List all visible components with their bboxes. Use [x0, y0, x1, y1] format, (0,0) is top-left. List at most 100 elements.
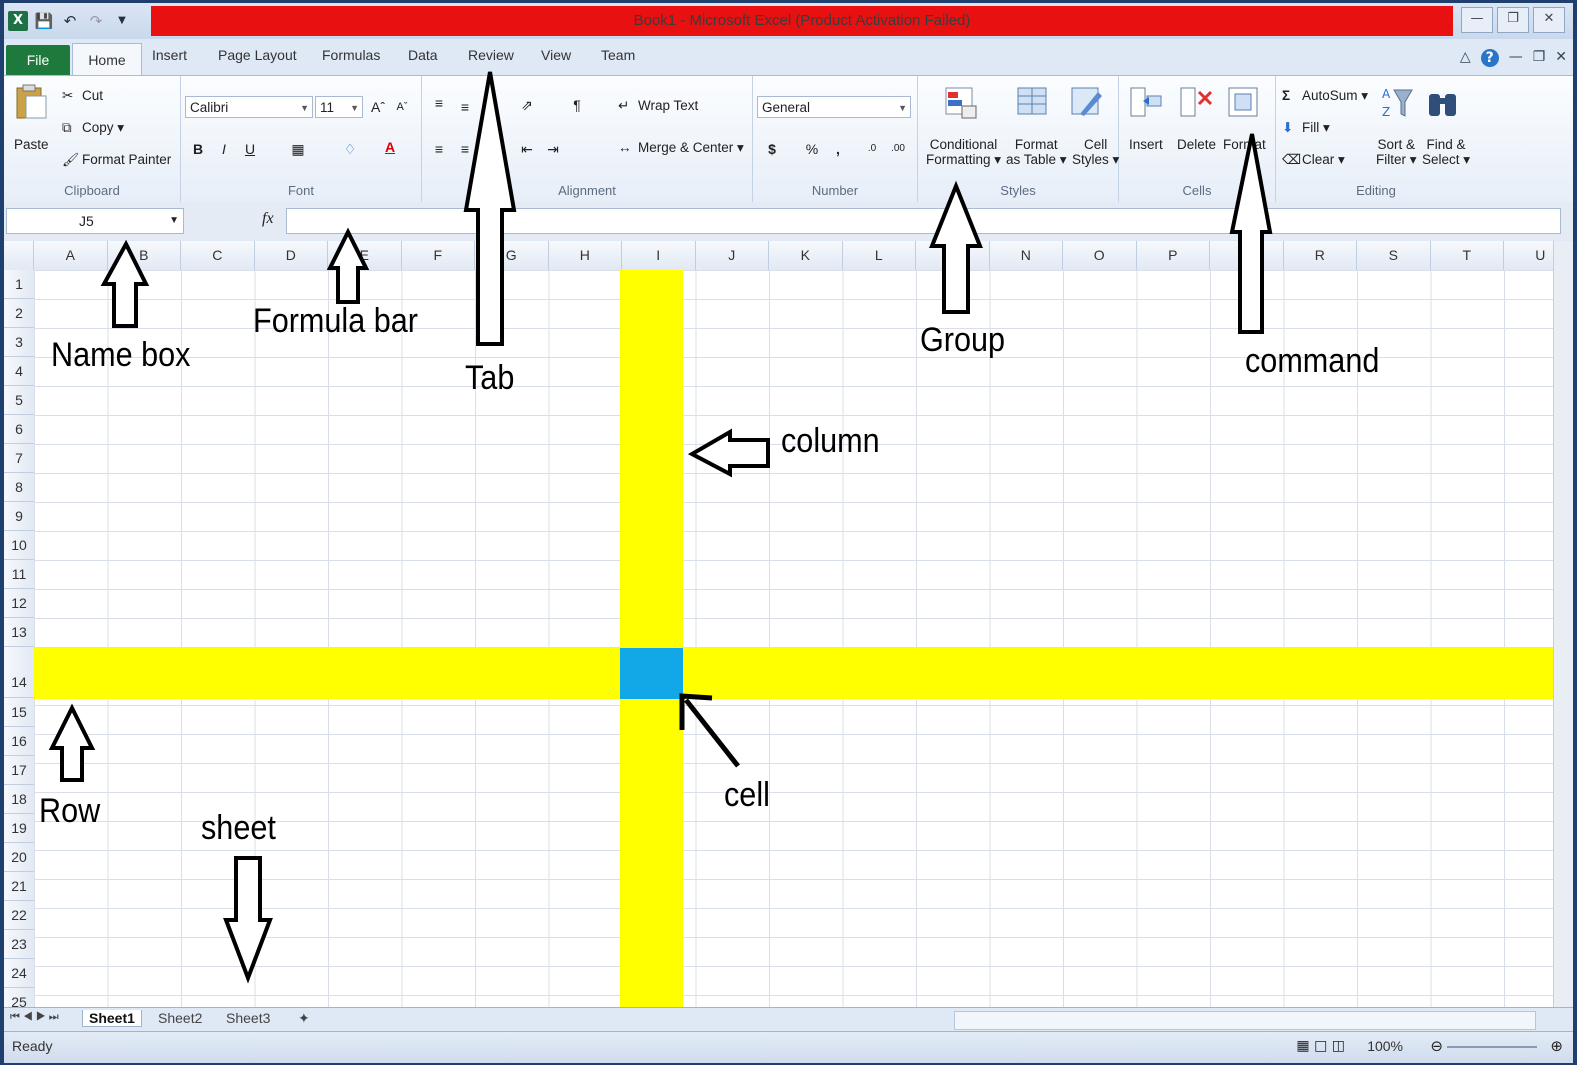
column-header-b[interactable]: B — [108, 241, 181, 270]
column-header-e[interactable]: E — [328, 241, 402, 270]
row-header-19[interactable]: 19 — [4, 814, 34, 843]
name-box-dropdown-icon[interactable]: ▼ — [169, 209, 179, 233]
orientation-icon[interactable]: ⇗ — [518, 96, 536, 114]
tab-home[interactable]: Home — [72, 43, 142, 76]
horizontal-scrollbar[interactable] — [954, 1011, 1536, 1030]
tab-data[interactable]: Data — [408, 47, 438, 63]
excel-logo-icon[interactable]: X — [8, 11, 28, 31]
help-icon[interactable]: ? — [1480, 49, 1499, 67]
copy-button[interactable]: ⧉ Copy ▾ — [62, 120, 124, 136]
row-header-23[interactable]: 23 — [4, 930, 34, 959]
tab-review[interactable]: Review — [468, 47, 514, 63]
row-header-10[interactable]: 10 — [4, 531, 34, 560]
column-header-r[interactable]: R — [1284, 241, 1357, 270]
column-header-s[interactable]: S — [1357, 241, 1431, 270]
doc-restore-icon[interactable]: ❐ — [1533, 49, 1546, 67]
formula-input[interactable] — [286, 208, 1561, 234]
column-header-k[interactable]: K — [769, 241, 843, 270]
column-header-p[interactable]: P — [1137, 241, 1210, 270]
row-header-3[interactable]: 3 — [4, 328, 34, 357]
row-header-20[interactable]: 20 — [4, 843, 34, 872]
format-cells-button[interactable]: Format — [1223, 137, 1266, 152]
format-painter-button[interactable]: 🖌 Format Painter — [62, 152, 171, 168]
tab-file[interactable]: File — [6, 45, 70, 75]
clear-button[interactable]: ⌫Clear ▾ — [1282, 152, 1345, 168]
tab-insert[interactable]: Insert — [152, 47, 187, 63]
save-icon[interactable]: 💾 — [34, 11, 54, 31]
grow-font-icon[interactable]: Aˆ — [369, 98, 387, 116]
increase-indent-icon[interactable]: ⇥ — [544, 140, 562, 158]
row-header-8[interactable]: 8 — [4, 473, 34, 502]
cell-styles-button[interactable]: Cell Styles ▾ — [1072, 137, 1119, 168]
sheet-tab-3[interactable]: Sheet3 — [226, 1010, 270, 1026]
fill-color-icon[interactable]: ♢ — [341, 140, 359, 158]
zoom-out-icon[interactable]: ⊖ — [1430, 1037, 1443, 1055]
percent-button[interactable]: % — [803, 140, 821, 158]
shrink-font-icon[interactable]: Aˇ — [393, 98, 411, 116]
row-header-9[interactable]: 9 — [4, 502, 34, 531]
column-header-n[interactable]: N — [990, 241, 1063, 270]
merge-center-button[interactable]: ↔ Merge & Center ▾ — [618, 140, 744, 156]
align-top-icon[interactable]: ≡ — [430, 94, 448, 112]
underline-button[interactable]: U — [241, 140, 259, 158]
row-header-1[interactable]: 1 — [4, 270, 34, 299]
insert-cells-button[interactable]: Insert — [1129, 137, 1163, 152]
row-header-22[interactable]: 22 — [4, 901, 34, 930]
tab-formulas[interactable]: Formulas — [322, 47, 380, 63]
row-header-25[interactable]: 25 — [4, 988, 34, 1007]
row-header-11[interactable]: 11 — [4, 560, 34, 589]
italic-button[interactable]: I — [215, 140, 233, 158]
row-header-13[interactable]: 13 — [4, 618, 34, 647]
row-header-12[interactable]: 12 — [4, 589, 34, 618]
comma-button[interactable]: , — [829, 140, 847, 158]
align-middle-icon[interactable]: ≡ — [456, 98, 474, 116]
autosum-button[interactable]: Σ AutoSum ▾ — [1282, 88, 1368, 104]
minimize-icon[interactable]: — — [1461, 7, 1493, 33]
column-header-o[interactable]: O — [1063, 241, 1137, 270]
column-header-l[interactable]: L — [843, 241, 916, 270]
row-header-21[interactable]: 21 — [4, 872, 34, 901]
bold-button[interactable]: B — [189, 140, 207, 158]
doc-close-icon[interactable]: ✕ — [1555, 49, 1567, 67]
row-header-16[interactable]: 16 — [4, 727, 34, 756]
select-all-corner[interactable] — [4, 241, 34, 270]
row-header-14[interactable]: 14 — [4, 647, 34, 698]
font-name-select[interactable]: Calibri ▼ — [185, 96, 313, 118]
restore-icon[interactable]: ❐ — [1497, 7, 1529, 33]
close-icon[interactable]: ✕ — [1533, 7, 1565, 33]
find-select-button[interactable]: Find & Select ▾ — [1422, 137, 1470, 168]
row-header-17[interactable]: 17 — [4, 756, 34, 785]
fill-button[interactable]: ⬇ Fill ▾ — [1282, 120, 1330, 136]
column-header-t[interactable]: T — [1431, 241, 1504, 270]
tab-team[interactable]: Team — [601, 47, 635, 63]
cut-button[interactable]: ✂ Cut — [62, 88, 103, 104]
doc-minimize-icon[interactable]: — — [1509, 49, 1523, 67]
delete-cells-button[interactable]: Delete — [1177, 137, 1216, 152]
conditional-formatting-button[interactable]: Conditional Formatting ▾ — [926, 137, 1001, 168]
zoom-in-icon[interactable]: ⊕ — [1550, 1037, 1563, 1055]
redo-icon[interactable]: ↷ — [86, 11, 106, 31]
column-header-a[interactable]: A — [34, 241, 108, 270]
column-header-h[interactable]: H — [549, 241, 622, 270]
row-header-15[interactable]: 15 — [4, 698, 34, 727]
borders-icon[interactable]: ▦ — [289, 140, 307, 158]
column-header-d[interactable]: D — [255, 241, 328, 270]
insert-function-icon[interactable]: fx — [262, 210, 274, 228]
column-header-c[interactable]: C — [181, 241, 255, 270]
row-header-5[interactable]: 5 — [4, 386, 34, 415]
decrease-decimal-icon[interactable]: .00 — [889, 140, 907, 158]
customize-qat-icon[interactable]: ▼ — [112, 11, 132, 31]
tab-view[interactable]: View — [541, 47, 571, 63]
column-header-q[interactable]: Q — [1210, 241, 1284, 270]
currency-button[interactable]: $ — [763, 140, 781, 158]
format-as-table-button[interactable]: Format as Table ▾ — [1006, 137, 1067, 168]
align-left-icon[interactable]: ≡ — [430, 140, 448, 158]
view-buttons-icon[interactable]: ▦ □ ◫ — [1296, 1038, 1345, 1054]
increase-decimal-icon[interactable]: .0 — [863, 140, 881, 158]
align-center-icon[interactable]: ≡ — [456, 140, 474, 158]
row-header-4[interactable]: 4 — [4, 357, 34, 386]
collapse-ribbon-icon[interactable]: △ — [1460, 49, 1471, 67]
wrap-text-button[interactable]: ↵ Wrap Text — [618, 98, 698, 114]
column-header-i[interactable]: I — [622, 241, 696, 270]
column-header-m[interactable]: M — [916, 241, 990, 270]
